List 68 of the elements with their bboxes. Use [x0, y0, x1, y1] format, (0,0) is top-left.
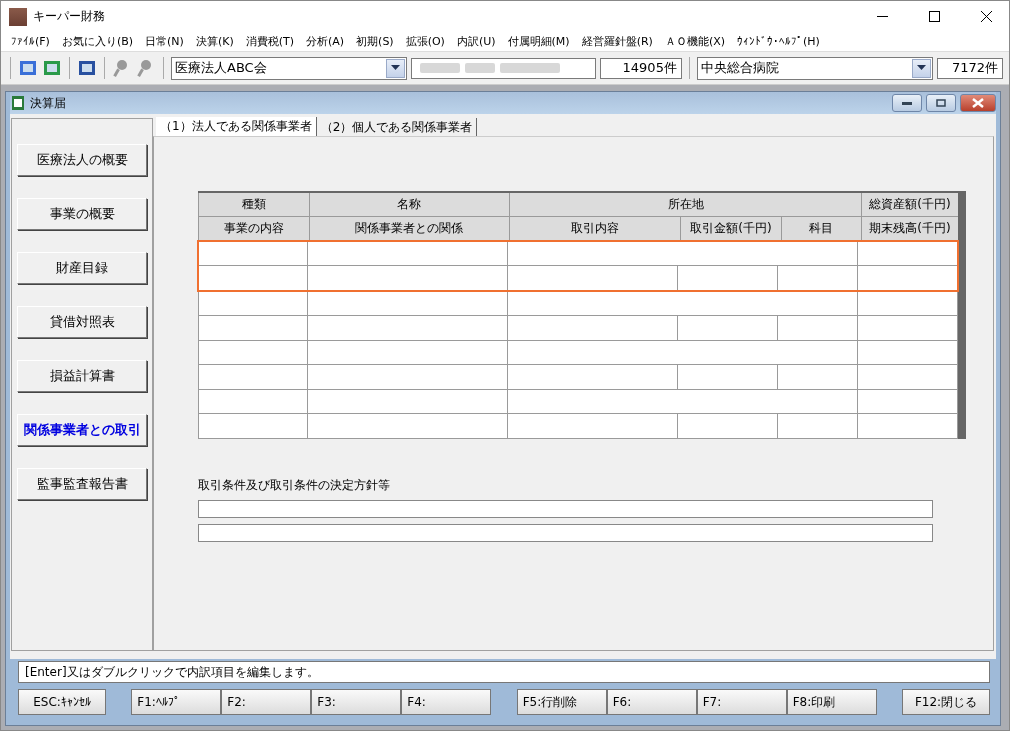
menu-item[interactable]: 内訳(U)	[450, 34, 502, 49]
menu-item[interactable]: ＡＯ機能(X)	[658, 34, 731, 49]
column-header: 種類	[198, 192, 309, 217]
minimize-button[interactable]	[892, 94, 922, 112]
app-icon	[9, 7, 27, 26]
menu-item[interactable]: ｳｨﾝﾄﾞｳ･ﾍﾙﾌﾟ(H)	[731, 35, 826, 48]
column-header: 名称	[309, 192, 510, 217]
menu-item[interactable]: 拡張(O)	[399, 34, 451, 49]
dropdown-arrow-icon	[391, 65, 401, 71]
function-key-button[interactable]: F1:ﾍﾙﾌﾟ	[131, 689, 222, 715]
sidebar-button[interactable]: 貸借対照表	[17, 306, 147, 338]
column-header: 取引金額(千円)	[680, 216, 782, 241]
document-icon	[10, 95, 26, 111]
sidebar-button[interactable]: 関係事業者との取引	[17, 414, 147, 446]
sidebar-button[interactable]: 損益計算書	[17, 360, 147, 392]
menu-item[interactable]: 分析(A)	[300, 34, 351, 49]
tab[interactable]: （1）法人である関係事業者	[156, 117, 317, 136]
column-header: 所在地	[509, 192, 862, 217]
close-icon	[972, 98, 984, 108]
minimize-icon	[876, 15, 888, 18]
menu-item[interactable]: 消費税(T)	[239, 34, 300, 49]
record-row[interactable]	[198, 291, 958, 341]
function-key-button[interactable]: F2:	[221, 689, 312, 715]
picture-icon[interactable]	[77, 58, 97, 78]
maximize-icon	[928, 11, 940, 22]
menu-item[interactable]: 付属明細(M)	[501, 34, 576, 49]
menu-item[interactable]: 初期(S)	[350, 34, 400, 49]
menu-item[interactable]: 決算(K)	[189, 34, 240, 49]
sidebar-button[interactable]: 医療法人の概要	[17, 144, 147, 176]
function-key-button[interactable]: F6:	[606, 689, 697, 715]
record-row[interactable]	[198, 340, 958, 390]
function-key-button[interactable]: F4:	[401, 689, 492, 715]
sidebar-button[interactable]: 事業の概要	[17, 198, 147, 230]
image-icon[interactable]	[18, 58, 38, 78]
child-window-title: 決算届	[30, 94, 67, 112]
sidebar-button[interactable]: 監事監査報告書	[17, 468, 147, 500]
function-key-button[interactable]: F7:	[696, 689, 787, 715]
record-row[interactable]	[198, 389, 958, 439]
close-button[interactable]	[960, 94, 996, 112]
menu-item[interactable]: 経営羅針盤(R)	[575, 34, 659, 49]
corporation-count: 14905件	[600, 57, 682, 79]
menu-item[interactable]: お気に入り(B)	[55, 34, 140, 49]
status-message: [Enter]又はダブルクリックで内訳項目を編集します。	[18, 661, 990, 683]
function-key-button[interactable]: F3:	[311, 689, 402, 715]
input-field[interactable]	[198, 524, 933, 542]
record-row[interactable]	[197, 240, 959, 292]
minimize-icon	[902, 101, 912, 105]
input-field[interactable]	[198, 500, 933, 518]
conditions-label: 取引条件及び取引条件の決定方針等	[198, 477, 391, 494]
column-header: 事業の内容	[198, 216, 309, 241]
function-key-button[interactable]: ESC:ｷｬﾝｾﾙ	[18, 689, 106, 715]
dropdown-arrow-icon	[917, 65, 927, 71]
column-header: 関係事業者との関係	[309, 216, 510, 241]
menu-item[interactable]: 日常(N)	[139, 34, 190, 49]
restore-button[interactable]	[926, 94, 956, 112]
hospital-count: 7172件	[937, 57, 1003, 79]
close-icon	[980, 11, 992, 22]
menu-item[interactable]: ﾌｧｲﾙ(F)	[5, 35, 56, 48]
function-key-button[interactable]: F12:閉じる	[902, 689, 990, 715]
function-key-button[interactable]: F5:行削除	[516, 689, 607, 715]
column-header: 取引内容	[509, 216, 681, 241]
image-refresh-icon[interactable]	[42, 58, 62, 78]
sidebar-button[interactable]: 財産目録	[17, 252, 147, 284]
restore-icon	[936, 99, 946, 107]
corporation-dropdown[interactable]: 医療法人ABC会	[171, 56, 408, 80]
hospital-dropdown[interactable]: 中央総合病院	[696, 56, 934, 80]
function-key-button[interactable]: F8:印刷	[786, 689, 877, 715]
window-title: キーパー財務	[33, 8, 106, 25]
